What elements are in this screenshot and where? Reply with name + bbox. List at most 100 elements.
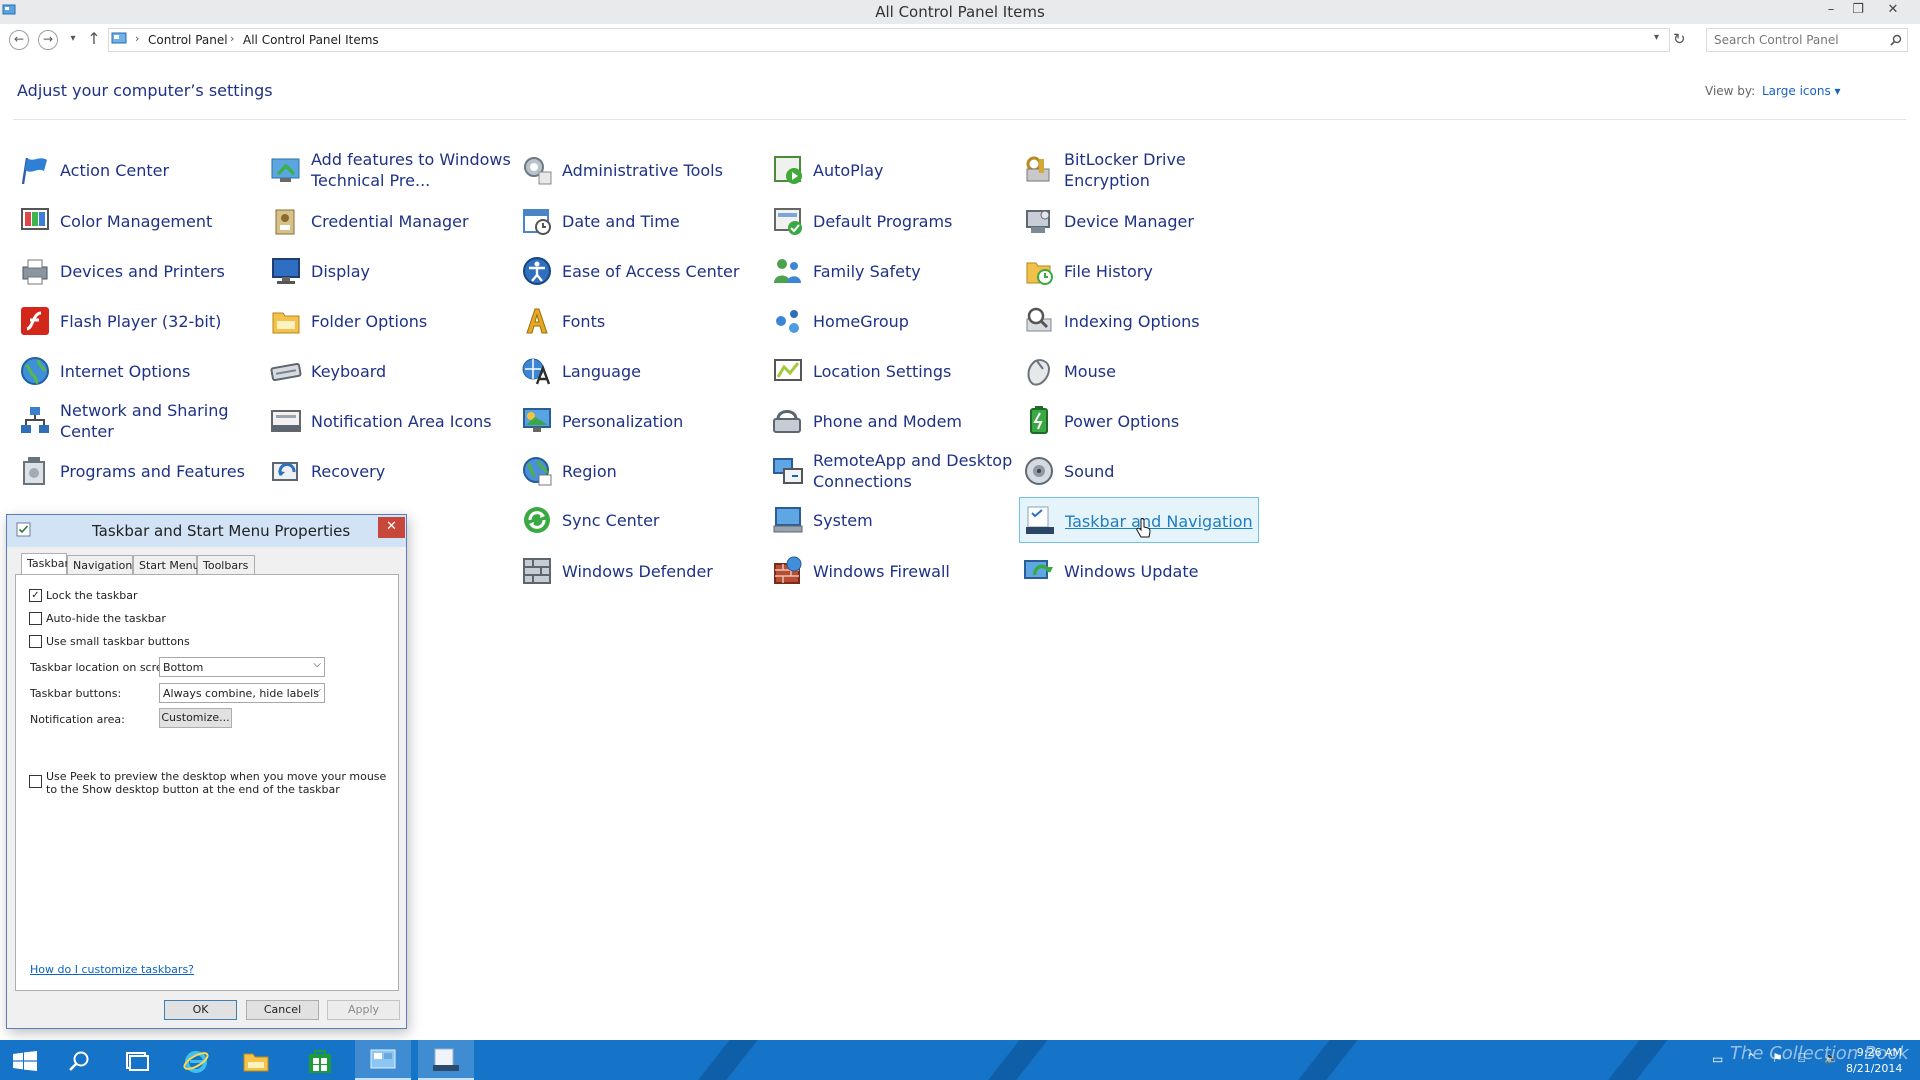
control-panel-item[interactable]: Programs and Features [15,448,255,494]
control-panel-item[interactable]: Administrative Tools [517,147,757,193]
firewall-icon [774,556,802,584]
refresh-icon[interactable]: ↻ [1673,30,1686,48]
control-panel-item[interactable]: System [768,497,1008,543]
view-by-dropdown[interactable]: Large icons ▾ [1762,84,1841,98]
forward-button[interactable]: → [38,30,58,50]
peek-checkbox[interactable] [29,775,42,788]
control-panel-item[interactable]: Flash Player (32-bit) [15,298,255,344]
control-panel-item[interactable]: Add features to Windows Technical Pre... [266,147,511,193]
control-panel-taskbar-button[interactable] [355,1040,411,1080]
control-panel-item[interactable]: AutoPlay [768,147,1008,193]
lock-taskbar-label: Lock the taskbar [46,589,138,602]
minimize-button[interactable]: – [1818,0,1844,22]
control-panel-item-label: Power Options [1064,411,1180,431]
programs-icon [23,457,45,485]
control-panel-item[interactable]: Sound [1019,448,1259,494]
control-panel-item-label: Mouse [1064,361,1116,381]
search-icon[interactable] [1890,34,1902,46]
address-dropdown-icon[interactable]: ▾ [1654,32,1659,43]
location-select[interactable]: Bottom ⌵ [159,657,325,677]
control-panel-item[interactable]: Notification Area Icons [266,398,506,444]
control-panel-item-label: Ease of Access Center [562,261,740,281]
control-panel-item[interactable]: Keyboard [266,348,506,394]
search-taskbar-button[interactable] [52,1040,108,1080]
customize-button[interactable]: Customize... [159,708,232,728]
control-panel-item[interactable]: Credential Manager [266,198,506,244]
up-button[interactable]: ↑ [84,30,104,50]
control-panel-item[interactable]: Windows Defender [517,548,757,594]
back-button[interactable]: ← [9,30,29,50]
add-features-icon [271,158,300,182]
breadcrumb-all-items[interactable]: All Control Panel Items [243,33,379,47]
tab-navigation[interactable]: Navigation [67,555,133,575]
control-panel-item[interactable]: Ease of Access Center [517,248,757,294]
lock-taskbar-checkbox[interactable]: ✓ [29,589,42,602]
control-panel-item[interactable]: Indexing Options [1019,298,1259,344]
control-panel-item[interactable]: Network and Sharing Center [15,398,255,444]
control-panel-item-label: HomeGroup [813,311,909,331]
control-panel-item[interactable]: Sync Center [517,497,757,543]
internet-explorer-button[interactable] [168,1040,224,1080]
dialog-title-bar[interactable]: Taskbar and Start Menu Properties ✕ [7,515,406,547]
file-explorer-button[interactable] [228,1040,284,1080]
control-panel-item[interactable]: Personalization [517,398,757,444]
search-input[interactable]: Search Control Panel [1706,28,1908,52]
close-button[interactable]: ✕ [1880,0,1906,22]
control-panel-item[interactable]: RemoteApp and Desktop Connections [768,448,1012,494]
control-panel-item[interactable]: File History [1019,248,1259,294]
control-panel-item[interactable]: Language [517,348,757,394]
ok-button[interactable]: OK [164,1000,237,1020]
control-panel-item[interactable]: Date and Time [517,198,757,244]
credential-icon [275,209,295,235]
bitlocker-icon [1026,156,1050,182]
small-buttons-checkbox[interactable] [29,635,42,648]
language-icon [522,358,551,385]
control-panel-item[interactable]: Windows Firewall [768,548,1008,594]
tab-start-menu[interactable]: Start Menu [133,555,200,575]
dialog-close-button[interactable]: ✕ [378,517,405,538]
recent-locations-dropdown[interactable]: ▾ [63,30,83,50]
taskbar: ▭ ⌃ ⚑ ⌸ 🔈 9:26 AM 8/21/2014 [0,1040,1920,1080]
control-panel-item[interactable]: Display [266,248,506,294]
taskbar-buttons-select[interactable]: Always combine, hide labels ⌵ [159,683,325,703]
start-button[interactable] [0,1040,56,1080]
control-panel-item[interactable]: Windows Update [1019,548,1259,594]
control-panel-item[interactable]: Location Settings [768,348,1008,394]
control-panel-item-label: System [813,510,873,530]
control-panel-item-label: Sound [1064,461,1115,481]
admin-tools-icon [524,157,552,185]
control-panel-item[interactable]: Fonts [517,298,757,344]
keyboard-icon [270,362,302,382]
apply-button[interactable]: Apply [327,1000,400,1020]
control-panel-item[interactable]: Family Safety [768,248,1008,294]
control-panel-item[interactable]: Phone and Modem [768,398,1008,444]
control-panel-item[interactable]: Mouse [1019,348,1259,394]
address-bar[interactable]: › Control Panel › All Control Panel Item… [108,28,1670,52]
control-panel-item[interactable]: Color Management [15,198,255,244]
control-panel-item[interactable]: HomeGroup [768,298,1008,344]
control-panel-item[interactable]: Internet Options [15,348,255,394]
control-panel-item[interactable]: Action Center [15,147,255,193]
restore-button[interactable]: ❐ [1845,0,1871,22]
cancel-button[interactable]: Cancel [246,1000,319,1020]
globe-icon [21,357,49,385]
tab-taskbar[interactable]: Taskbar [21,553,69,576]
control-panel-item[interactable]: Default Programs [768,198,1008,244]
control-panel-item[interactable]: Device Manager [1019,198,1259,244]
help-link[interactable]: How do I customize taskbars? [30,963,194,976]
taskbar-properties-taskbar-button[interactable] [418,1040,474,1080]
control-panel-item[interactable]: Devices and Printers [15,248,255,294]
taskbar-properties-icon [16,522,31,537]
breadcrumb-control-panel[interactable]: Control Panel [148,33,228,47]
tab-toolbars[interactable]: Toolbars [197,555,255,575]
control-panel-item[interactable]: Recovery [266,448,506,494]
control-panel-item[interactable]: BitLocker Drive Encryption [1019,147,1259,193]
control-panel-item[interactable]: Folder Options [266,298,506,344]
control-panel-item[interactable]: Region [517,448,757,494]
sync-icon [524,507,550,533]
task-view-button[interactable] [110,1040,166,1080]
keyboard-tray-icon[interactable]: ▭ [1712,1052,1723,1066]
store-button[interactable] [292,1040,348,1080]
auto-hide-checkbox[interactable] [29,612,42,625]
control-panel-item[interactable]: Power Options [1019,398,1259,444]
